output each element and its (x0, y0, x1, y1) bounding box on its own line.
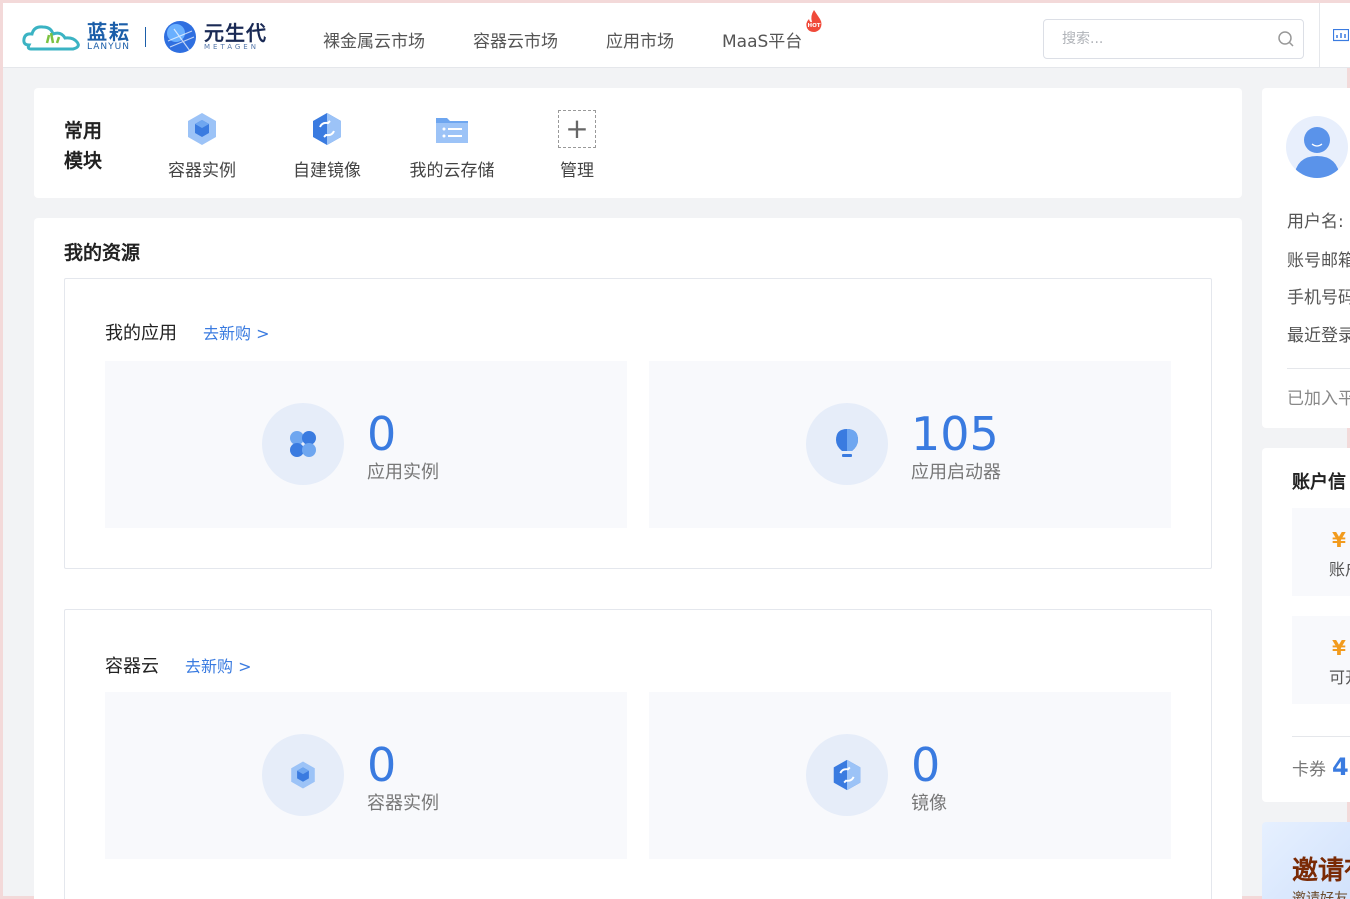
account-info-card: 账户信 ¥ 账户 ¥ 可开 卡券 4 (1262, 448, 1350, 802)
main-nav: 裸金属云市场 容器云市场 应用市场 MaaS平台 HOT (323, 10, 850, 52)
buy-new-link[interactable]: 去新购 > (185, 653, 252, 677)
top-bar: 蓝耘 LANYUN 元生代 METAGEN 裸金属云市场 容器云市场 应用市场 … (3, 3, 1350, 68)
avatar[interactable] (1286, 116, 1348, 178)
divider (1287, 368, 1350, 369)
top-divider (1319, 3, 1320, 68)
nav-app-market[interactable]: 应用市场 (606, 27, 674, 52)
module-label: 自建镜像 (293, 161, 361, 181)
stat-label: 镜像 (911, 793, 947, 814)
stat-label: 容器实例 (367, 793, 439, 814)
logo-divider (145, 27, 146, 47)
my-resources-title: 我的资源 (64, 242, 141, 264)
module-manage[interactable]: + 管理 (522, 110, 632, 181)
stat-label: 应用启动器 (911, 462, 1001, 483)
joined-platform-label: 已加入平 (1287, 389, 1350, 409)
container-cloud-group: 容器云 去新购 > 0 容器实例 0 镜像 (64, 609, 1212, 899)
yen-icon: ¥ (1332, 636, 1346, 660)
my-apps-group: 我的应用 去新购 > 0 应用实例 105 应用启动器 (64, 278, 1212, 569)
user-profile-card: 用户名: 账号邮箱 手机号码 最近登录 已加入平 (1262, 88, 1350, 428)
image-icon (806, 734, 888, 816)
container-icon (188, 113, 216, 145)
stat-value: 105 (911, 407, 999, 461)
last-login-label: 最近登录 (1287, 326, 1350, 346)
module-container-instance[interactable]: 容器实例 (147, 110, 257, 181)
search-box (1043, 19, 1304, 59)
image-icon (313, 113, 341, 145)
storage-icon (436, 118, 468, 143)
my-resources-card: 我的资源 我的应用 去新购 > 0 应用实例 105 应用启动器 容器云 去新购… (34, 218, 1242, 899)
email-label: 账号邮箱 (1287, 251, 1350, 271)
invite-banner[interactable]: 邀请有 邀请好友 (1262, 822, 1350, 899)
group-title: 容器云 (105, 656, 159, 677)
plus-icon: + (558, 110, 596, 148)
account-balance-label: 账户 (1329, 560, 1350, 579)
available-balance-box[interactable]: ¥ 可开 (1292, 616, 1350, 704)
username-label: 用户名: (1287, 212, 1344, 232)
module-label: 管理 (560, 161, 594, 181)
available-balance-label: 可开 (1329, 668, 1350, 687)
nav-maas-label: MaaS平台 (722, 32, 803, 52)
invite-subtitle: 邀请好友 (1292, 891, 1348, 899)
divider (1292, 736, 1350, 737)
stat-value: 0 (367, 407, 397, 461)
lanyun-cloud-logo-icon (22, 25, 80, 51)
stat-label: 应用实例 (367, 462, 439, 483)
buy-new-link[interactable]: 去新购 > (203, 320, 270, 344)
stat-container-instances[interactable]: 0 容器实例 (105, 692, 627, 859)
brand-name: 蓝耘 (87, 20, 131, 44)
stat-value: 0 (367, 738, 397, 792)
yen-icon: ¥ (1332, 528, 1346, 552)
hot-badge-text: HOT (808, 23, 821, 29)
stat-value: 0 (911, 738, 941, 792)
phone-label: 手机号码 (1287, 288, 1350, 308)
coupon-count: 4 (1332, 753, 1349, 781)
container-icon (262, 734, 344, 816)
module-label: 容器实例 (168, 161, 236, 181)
module-cloud-storage[interactable]: 我的云存储 (397, 110, 507, 181)
logo[interactable]: 蓝耘 LANYUN 元生代 METAGEN (21, 17, 267, 57)
metagen-logo-icon (164, 21, 196, 53)
app-grid-icon (262, 403, 344, 485)
brand-name-en: LANYUN (87, 42, 130, 52)
invite-title: 邀请有 (1292, 856, 1350, 886)
coupon-label: 卡券 (1292, 760, 1326, 780)
account-info-title: 账户信 (1292, 472, 1346, 493)
common-modules-title: 常用模块 (64, 120, 103, 172)
module-label: 我的云存储 (409, 161, 495, 181)
console-chart-icon[interactable] (1333, 29, 1349, 43)
hot-flame-icon: HOT (806, 10, 822, 32)
module-custom-image[interactable]: 自建镜像 (272, 110, 382, 181)
nav-baremetal-market[interactable]: 裸金属云市场 (323, 27, 425, 52)
metagen-name: 元生代 (204, 21, 267, 45)
common-modules-card: 常用模块 容器实例 自建镜像 我的云存储 + 管理 (34, 88, 1242, 198)
search-input[interactable] (1044, 20, 1264, 58)
nav-container-market[interactable]: 容器云市场 (473, 27, 558, 52)
stat-app-launchers[interactable]: 105 应用启动器 (649, 361, 1171, 528)
stat-images[interactable]: 0 镜像 (649, 692, 1171, 859)
coupon-row[interactable]: 卡券 4 (1292, 753, 1349, 781)
nav-maas-platform[interactable]: MaaS平台 HOT (722, 10, 822, 52)
lightbulb-icon (806, 403, 888, 485)
stat-app-instances[interactable]: 0 应用实例 (105, 361, 627, 528)
metagen-name-en: METAGEN (204, 43, 259, 51)
account-balance-box[interactable]: ¥ 账户 (1292, 508, 1350, 596)
search-icon[interactable] (1277, 30, 1295, 48)
group-title: 我的应用 (105, 323, 177, 344)
